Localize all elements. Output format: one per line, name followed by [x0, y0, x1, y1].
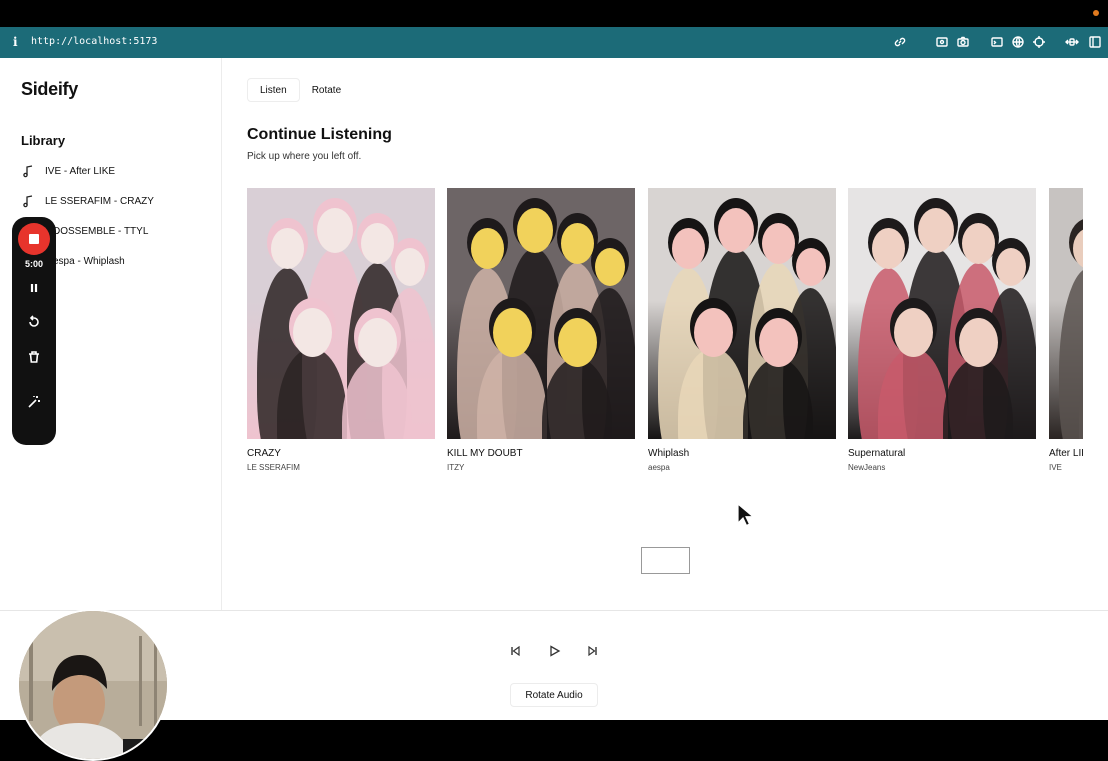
library-item-label: DOSSEMBLE - TTYL — [53, 225, 149, 237]
album-carousel: CRAZY LE SSERAFIM KILL MY DOUBT ITZY Whiplas… — [247, 188, 1083, 488]
album-artist: ITZY — [447, 463, 465, 472]
sidebar-toggle-icon[interactable] — [1088, 35, 1102, 49]
album-card[interactable]: Supernatural NewJeans — [848, 188, 1036, 472]
browser-url-bar: i http://localhost:5173 — [0, 27, 1108, 58]
tab-listen[interactable]: Listen — [247, 78, 300, 102]
album-title: CRAZY — [247, 448, 281, 459]
album-art[interactable] — [447, 188, 635, 439]
album-art[interactable] — [1049, 188, 1083, 439]
library-item-label: IVE - After LIKE — [45, 165, 116, 177]
screen-recorder-toolbar: 5:00 — [12, 217, 56, 445]
trash-icon[interactable] — [26, 349, 42, 365]
site-info-icon[interactable]: i — [13, 35, 18, 49]
camera-icon[interactable] — [956, 35, 970, 49]
mouse-cursor-icon — [737, 503, 753, 527]
globe-icon[interactable] — [1011, 35, 1025, 49]
album-art[interactable] — [247, 188, 435, 439]
crosshair-icon[interactable] — [1032, 35, 1046, 49]
recording-indicator-dot — [1093, 10, 1099, 16]
album-title: KILL MY DOUBT — [447, 448, 523, 459]
restart-icon[interactable] — [26, 314, 42, 330]
sidebar: Sideify Library IVE - After LIKE LE SSER… — [0, 58, 222, 610]
webcam-overlay — [17, 609, 169, 761]
library-item[interactable]: LE SSERAFIM - CRAZY — [21, 192, 154, 210]
album-card[interactable]: KILL MY DOUBT ITZY — [447, 188, 635, 472]
music-note-icon — [21, 164, 35, 178]
library-item-label: LE SSERAFIM - CRAZY — [45, 195, 154, 207]
library-item-label: espa - Whiplash — [53, 255, 125, 267]
main-content: Listen Rotate Continue Listening Pick up… — [247, 58, 1108, 610]
play-icon[interactable] — [547, 644, 561, 658]
album-card[interactable]: Whiplash aespa — [648, 188, 836, 472]
library-title: Library — [21, 133, 66, 148]
album-card[interactable]: CRAZY LE SSERAFIM — [247, 188, 435, 472]
resize-icon[interactable] — [1065, 35, 1079, 49]
tab-bar: Listen Rotate — [247, 78, 353, 102]
next-track-icon[interactable] — [586, 644, 600, 658]
app-brand: Sideify — [21, 79, 78, 99]
rotate-audio-button[interactable]: Rotate Audio — [510, 683, 598, 707]
album-art[interactable] — [648, 188, 836, 439]
previous-track-icon[interactable] — [508, 644, 522, 658]
terminal-icon[interactable] — [990, 35, 1004, 49]
webcam-person-image — [19, 611, 167, 759]
screen-capture-icon[interactable] — [935, 35, 949, 49]
album-card[interactable]: After LIKE IVE — [1049, 188, 1083, 472]
empty-box[interactable] — [641, 547, 690, 574]
section-heading: Continue Listening — [247, 126, 392, 143]
library-item[interactable]: IVE - After LIKE — [21, 162, 115, 180]
album-artist: aespa — [648, 463, 670, 472]
album-artist: LE SSERAFIM — [247, 463, 300, 472]
stop-recording-button[interactable] — [18, 223, 50, 255]
section-subheading: Pick up where you left off. — [247, 151, 362, 162]
album-artist: IVE — [1049, 463, 1062, 472]
app-page: Sideify Library IVE - After LIKE LE SSER… — [0, 58, 1108, 761]
pause-icon[interactable] — [26, 280, 42, 296]
album-artist: NewJeans — [848, 463, 886, 472]
url-text[interactable]: http://localhost:5173 — [31, 36, 157, 47]
album-title: Supernatural — [848, 448, 906, 459]
album-title: Whiplash — [648, 448, 690, 459]
album-art[interactable] — [848, 188, 1036, 439]
magic-wand-icon[interactable] — [26, 394, 42, 410]
tab-rotate[interactable]: Rotate — [300, 78, 353, 102]
link-icon[interactable] — [893, 35, 907, 49]
album-title: After LIKE — [1049, 448, 1083, 459]
library-item[interactable]: DOSSEMBLE - TTYL — [53, 222, 148, 240]
library-item[interactable]: espa - Whiplash — [53, 252, 125, 270]
window-top-strip — [0, 0, 1108, 27]
music-note-icon — [21, 194, 35, 208]
recording-timer: 5:00 — [24, 259, 43, 269]
